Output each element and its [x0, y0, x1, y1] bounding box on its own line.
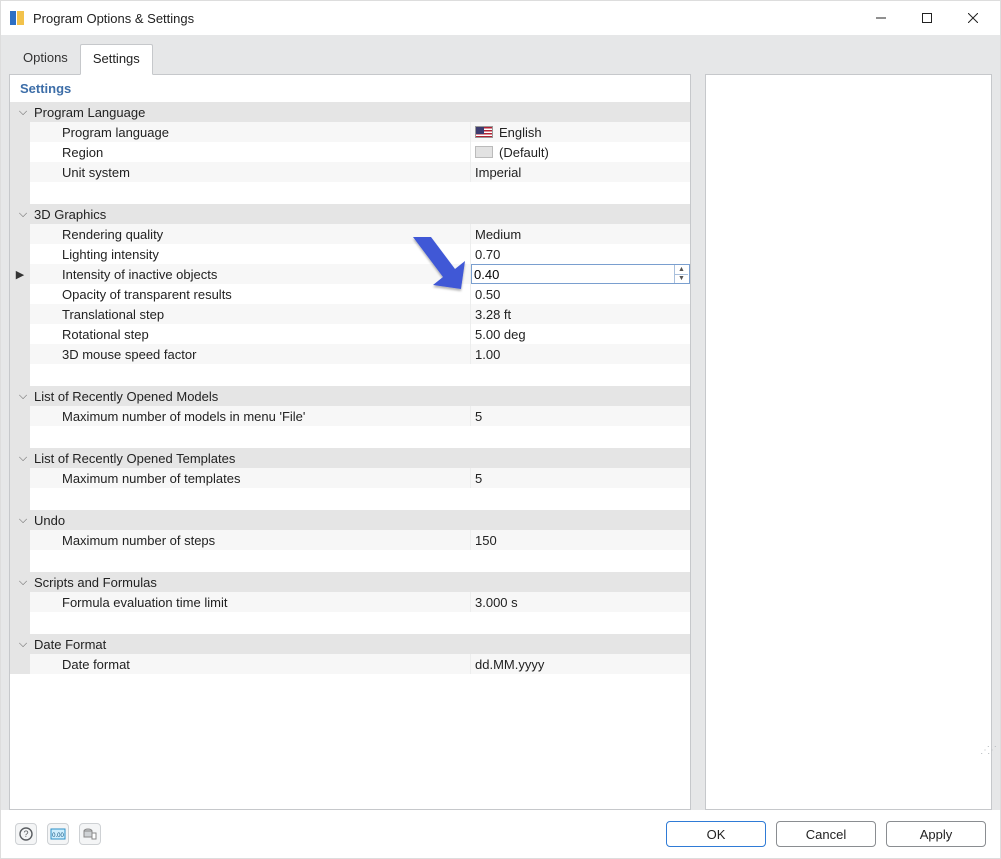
- settings-grid: Settings ⌵ Program Language Program lang…: [9, 74, 691, 810]
- chevron-down-icon: ⌵: [16, 106, 30, 119]
- flag-us-icon: [475, 126, 493, 138]
- prop-formula-timelimit[interactable]: Formula evaluation time limit 3.000 s: [10, 592, 690, 612]
- prop-rendering-quality[interactable]: Rendering quality Medium: [10, 224, 690, 244]
- prop-lighting-intensity[interactable]: Lighting intensity 0.70: [10, 244, 690, 264]
- app-icon: [9, 10, 25, 26]
- inactive-intensity-input[interactable]: [474, 267, 687, 282]
- titlebar: Program Options & Settings: [1, 1, 1000, 35]
- help-button[interactable]: ?: [15, 823, 37, 845]
- units-button[interactable]: 0.00: [47, 823, 69, 845]
- section-date-format[interactable]: ⌵ Date Format: [10, 634, 690, 654]
- prop-date-format[interactable]: Date format dd.MM.yyyy: [10, 654, 690, 674]
- section-program-language[interactable]: ⌵ Program Language: [10, 102, 690, 122]
- flag-blank-icon: [475, 146, 493, 158]
- panel-header: Settings: [10, 75, 690, 102]
- maximize-button[interactable]: [904, 3, 950, 33]
- prop-rotational-step[interactable]: Rotational step 5.00 deg: [10, 324, 690, 344]
- chevron-down-icon: ⌵: [16, 638, 30, 651]
- client-area: Options Settings Settings ⌵ Program Lang…: [1, 35, 1000, 810]
- side-panel: [705, 74, 992, 810]
- resize-grip-icon[interactable]: ⋰⋰: [980, 745, 994, 756]
- chevron-down-icon: ⌵: [16, 452, 30, 465]
- section-recent-models[interactable]: ⌵ List of Recently Opened Models: [10, 386, 690, 406]
- window-title: Program Options & Settings: [33, 11, 858, 26]
- prop-program-language[interactable]: Program language English: [10, 122, 690, 142]
- section-recent-templates[interactable]: ⌵ List of Recently Opened Templates: [10, 448, 690, 468]
- chevron-down-icon: ⌵: [16, 208, 30, 221]
- chevron-down-icon: ⌵: [16, 514, 30, 527]
- prop-max-templates[interactable]: Maximum number of templates 5: [10, 468, 690, 488]
- section-scripts[interactable]: ⌵ Scripts and Formulas: [10, 572, 690, 592]
- spinner-buttons[interactable]: ▲▼: [674, 265, 688, 283]
- svg-text:0.00: 0.00: [52, 833, 64, 839]
- prop-opacity-transparent[interactable]: Opacity of transparent results 0.50: [10, 284, 690, 304]
- spinner-down-icon[interactable]: ▼: [674, 275, 688, 284]
- panels: Settings ⌵ Program Language Program lang…: [9, 74, 992, 810]
- close-button[interactable]: [950, 3, 996, 33]
- prop-unit-system[interactable]: Unit system Imperial: [10, 162, 690, 182]
- ok-button[interactable]: OK: [666, 821, 766, 847]
- svg-text:?: ?: [23, 829, 28, 839]
- tab-settings[interactable]: Settings: [80, 44, 153, 75]
- cancel-button[interactable]: Cancel: [776, 821, 876, 847]
- tab-bar: Options Settings: [11, 43, 992, 74]
- chevron-down-icon: ⌵: [16, 390, 30, 403]
- dialog-window: Program Options & Settings Options Setti…: [0, 0, 1001, 859]
- tab-options[interactable]: Options: [11, 44, 80, 75]
- prop-region[interactable]: Region (Default): [10, 142, 690, 162]
- chevron-down-icon: ⌵: [16, 576, 30, 589]
- export-button[interactable]: [79, 823, 101, 845]
- prop-inactive-intensity[interactable]: ▶ Intensity of inactive objects ▲▼: [10, 264, 690, 284]
- minimize-button[interactable]: [858, 3, 904, 33]
- prop-translational-step[interactable]: Translational step 3.28 ft: [10, 304, 690, 324]
- prop-max-models[interactable]: Maximum number of models in menu 'File' …: [10, 406, 690, 426]
- apply-button[interactable]: Apply: [886, 821, 986, 847]
- settings-rows: ⌵ Program Language Program language Engl…: [10, 102, 690, 809]
- inactive-intensity-spinner[interactable]: ▲▼: [471, 264, 690, 284]
- prop-3d-mouse-speed[interactable]: 3D mouse speed factor 1.00: [10, 344, 690, 364]
- row-marker-icon: ▶: [10, 264, 30, 284]
- spinner-up-icon[interactable]: ▲: [674, 265, 688, 275]
- prop-max-undo[interactable]: Maximum number of steps 150: [10, 530, 690, 550]
- section-3d-graphics[interactable]: ⌵ 3D Graphics: [10, 204, 690, 224]
- dialog-footer: ? 0.00 OK Cancel Apply: [1, 810, 1000, 858]
- section-undo[interactable]: ⌵ Undo: [10, 510, 690, 530]
